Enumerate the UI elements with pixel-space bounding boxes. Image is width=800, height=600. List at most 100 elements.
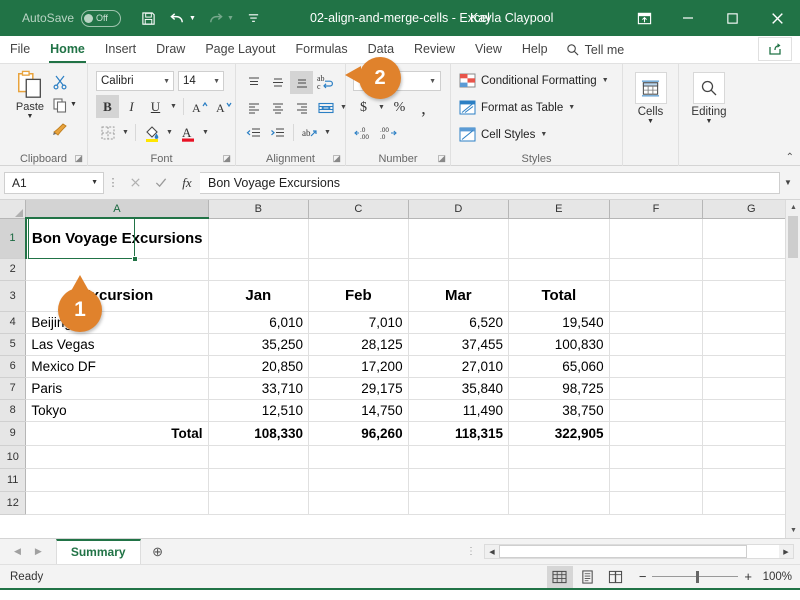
save-icon[interactable] bbox=[135, 5, 161, 31]
conditional-formatting-caret-icon[interactable]: ▼ bbox=[602, 77, 609, 84]
cell-f6[interactable] bbox=[609, 355, 704, 378]
borders-button[interactable] bbox=[96, 121, 119, 144]
cells-dropdown-caret[interactable]: ▼ bbox=[628, 118, 674, 125]
undo-icon[interactable] bbox=[164, 5, 190, 31]
name-box[interactable]: A1 ▼ bbox=[4, 171, 104, 194]
cell-f7[interactable] bbox=[609, 377, 704, 400]
cell-e10[interactable] bbox=[508, 445, 610, 469]
row-header-11[interactable]: 11 bbox=[0, 468, 27, 492]
cell-d9[interactable]: 118,315 bbox=[408, 421, 510, 446]
scroll-down-button[interactable]: ▼ bbox=[786, 523, 800, 538]
cell-a10[interactable] bbox=[25, 445, 209, 469]
undo-dropdown-caret[interactable]: ▼ bbox=[189, 15, 199, 22]
row-header-2[interactable]: 2 bbox=[0, 258, 27, 281]
cell-b10[interactable] bbox=[208, 445, 310, 469]
tab-help[interactable]: Help bbox=[512, 36, 558, 63]
cell-e2[interactable] bbox=[508, 258, 610, 281]
align-center-button[interactable] bbox=[266, 96, 289, 119]
copy-button[interactable]: ▼ bbox=[52, 93, 77, 116]
cell-f1[interactable] bbox=[609, 218, 704, 259]
cell-d7[interactable]: 35,840 bbox=[408, 377, 510, 400]
column-header-a[interactable]: A bbox=[25, 200, 209, 219]
editing-button[interactable]: Editing ▼ bbox=[686, 72, 732, 125]
cell-c8[interactable]: 14,750 bbox=[308, 399, 409, 422]
cell-e3[interactable]: Total bbox=[508, 280, 610, 312]
user-account-name[interactable]: Kayla Claypool bbox=[470, 11, 553, 25]
tab-insert[interactable]: Insert bbox=[95, 36, 146, 63]
expand-formula-bar-icon[interactable]: ▼ bbox=[780, 178, 796, 187]
cell-a7[interactable]: Paris bbox=[25, 377, 209, 400]
cell-d4[interactable]: 6,520 bbox=[408, 311, 510, 334]
name-box-caret-icon[interactable]: ▼ bbox=[91, 179, 98, 186]
tab-review[interactable]: Review bbox=[404, 36, 465, 63]
cell-c1[interactable] bbox=[308, 218, 409, 259]
cell-c7[interactable]: 29,175 bbox=[308, 377, 409, 400]
page-layout-view-button[interactable] bbox=[575, 566, 601, 588]
fill-color-caret-icon[interactable]: ▼ bbox=[164, 121, 175, 144]
row-header-12[interactable]: 12 bbox=[0, 491, 27, 515]
number-format-caret-icon[interactable]: ▼ bbox=[429, 78, 436, 85]
italic-button[interactable]: I bbox=[120, 95, 143, 118]
align-right-button[interactable] bbox=[290, 96, 313, 119]
orientation-button[interactable]: ab bbox=[298, 121, 321, 144]
minimize-icon[interactable] bbox=[665, 0, 710, 36]
vertical-scroll-thumb[interactable] bbox=[788, 216, 798, 258]
cell-f3[interactable] bbox=[609, 280, 704, 312]
cell-a3[interactable]: Excursion bbox=[25, 280, 209, 312]
row-header-8[interactable]: 8 bbox=[0, 399, 27, 422]
cell-b2[interactable] bbox=[208, 258, 310, 281]
decrease-font-size-button[interactable]: A bbox=[212, 95, 235, 118]
horizontal-scroll-track[interactable] bbox=[499, 545, 779, 558]
cell-e1[interactable] bbox=[508, 218, 610, 259]
format-as-table-caret-icon[interactable]: ▼ bbox=[568, 104, 575, 111]
share-button[interactable] bbox=[758, 37, 792, 61]
underline-caret-icon[interactable]: ▼ bbox=[168, 95, 179, 118]
next-sheet-icon[interactable]: ▶ bbox=[35, 546, 42, 557]
cell-c9[interactable]: 96,260 bbox=[308, 421, 409, 446]
column-header-f[interactable]: F bbox=[609, 200, 704, 219]
cell-e8[interactable]: 38,750 bbox=[508, 399, 610, 422]
bold-button[interactable]: B bbox=[96, 95, 119, 118]
cell-styles-caret-icon[interactable]: ▼ bbox=[540, 131, 547, 138]
bottom-align-button[interactable] bbox=[290, 71, 313, 94]
font-color-caret-icon[interactable]: ▼ bbox=[200, 121, 211, 144]
cancel-icon[interactable] bbox=[122, 172, 148, 194]
paste-dropdown-caret[interactable]: ▼ bbox=[8, 113, 52, 120]
row-header-10[interactable]: 10 bbox=[0, 445, 27, 469]
cell-f12[interactable] bbox=[609, 491, 704, 515]
cell-f10[interactable] bbox=[609, 445, 704, 469]
row-header-5[interactable]: 5 bbox=[0, 333, 27, 356]
horizontal-scroll-thumb[interactable] bbox=[499, 545, 747, 558]
cell-b5[interactable]: 35,250 bbox=[208, 333, 310, 356]
cell-c4[interactable]: 7,010 bbox=[308, 311, 409, 334]
formula-input[interactable]: Bon Voyage Excursions bbox=[200, 171, 780, 194]
merge-and-center-button[interactable] bbox=[314, 96, 337, 119]
tell-me-box[interactable]: Tell me bbox=[558, 36, 633, 63]
cell-f9[interactable] bbox=[609, 421, 704, 446]
column-header-c[interactable]: C bbox=[308, 200, 409, 219]
zoom-in-button[interactable]: + bbox=[744, 569, 752, 584]
cell-d12[interactable] bbox=[408, 491, 510, 515]
sheet-splitter[interactable]: ⋮ bbox=[466, 546, 484, 557]
font-name-box[interactable]: Calibri ▼ bbox=[96, 71, 174, 91]
font-size-caret-icon[interactable]: ▼ bbox=[213, 78, 220, 85]
sheet-tab-summary[interactable]: Summary bbox=[55, 539, 141, 564]
row-header-7[interactable]: 7 bbox=[0, 377, 27, 400]
cell-d11[interactable] bbox=[408, 468, 510, 492]
cell-b8[interactable]: 12,510 bbox=[208, 399, 310, 422]
format-painter-button[interactable] bbox=[52, 116, 77, 139]
close-icon[interactable] bbox=[755, 0, 800, 36]
tab-home[interactable]: Home bbox=[40, 36, 95, 63]
copy-dropdown-caret[interactable]: ▼ bbox=[70, 101, 77, 108]
cell-a9[interactable]: Total bbox=[25, 421, 209, 446]
cell-b7[interactable]: 33,710 bbox=[208, 377, 310, 400]
cell-a11[interactable] bbox=[25, 468, 209, 492]
tab-page-layout[interactable]: Page Layout bbox=[195, 36, 285, 63]
tab-file[interactable]: File bbox=[0, 36, 40, 63]
vertical-scrollbar[interactable]: ▲ ▼ bbox=[785, 200, 800, 538]
prev-sheet-icon[interactable]: ◀ bbox=[14, 546, 21, 557]
number-dialog-launcher[interactable]: ◪ bbox=[437, 153, 446, 164]
accounting-format-button[interactable]: $ bbox=[352, 96, 375, 119]
cell-e12[interactable] bbox=[508, 491, 610, 515]
middle-align-button[interactable] bbox=[266, 71, 289, 94]
